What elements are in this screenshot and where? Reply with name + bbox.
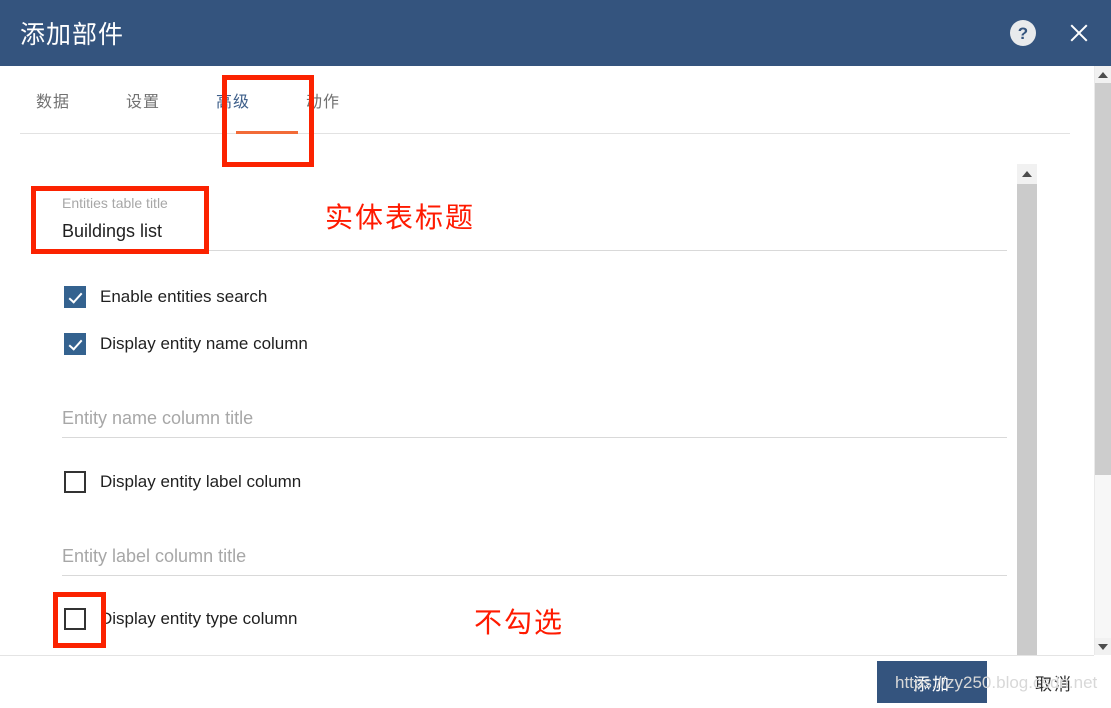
panel-scrollbar[interactable] <box>1017 164 1037 655</box>
display-entity-label-column-label: Display entity label column <box>100 472 302 491</box>
display-entity-label-column-checkbox[interactable] <box>64 471 86 493</box>
tab-data[interactable]: 数据 <box>36 66 70 112</box>
dialog-scroll-down-button[interactable] <box>1095 638 1111 655</box>
display-entity-type-column-checkbox[interactable] <box>64 608 86 630</box>
field-underline <box>62 250 1007 251</box>
tab-settings[interactable]: 设置 <box>126 66 160 112</box>
dialog-scroll-up-button[interactable] <box>1095 66 1111 83</box>
help-button[interactable]: ? <box>1005 15 1041 51</box>
tab-bar: 数据 设置 高级 动作 <box>0 66 1080 134</box>
cancel-button[interactable]: 取消 <box>1029 669 1079 696</box>
panel-scroll-up-button[interactable] <box>1017 164 1037 184</box>
field-underline <box>62 575 1007 576</box>
add-widget-dialog: 添加部件 ? 数据 设置 高级 动作 Entities table title … <box>0 0 1111 708</box>
field-underline <box>62 437 1007 438</box>
entities-table-title-value: Buildings list <box>62 221 163 241</box>
add-button[interactable]: 添加 <box>877 661 987 703</box>
tab-actions[interactable]: 动作 <box>306 66 340 112</box>
close-icon <box>1067 21 1091 45</box>
panel-scroll-thumb[interactable] <box>1017 184 1037 655</box>
display-entity-type-column-label: Display entity type column <box>100 609 298 628</box>
display-entity-type-column-row[interactable]: Display entity type column <box>64 608 297 630</box>
entities-table-title-field[interactable]: Entities table title Buildings list <box>62 194 1007 251</box>
enable-entities-search-row[interactable]: Enable entities search <box>64 286 267 308</box>
entity-label-column-title-field[interactable]: Entity label column title <box>62 543 1007 576</box>
entities-table-title-label: Entities table title <box>62 195 168 211</box>
dialog-scroll-track[interactable] <box>1095 83 1111 638</box>
entity-name-column-title-field[interactable]: Entity name column title <box>62 405 1007 438</box>
chevron-down-icon <box>1098 643 1108 650</box>
chevron-up-icon <box>1098 71 1108 78</box>
chevron-up-icon <box>1022 171 1032 177</box>
display-entity-name-column-checkbox[interactable] <box>64 333 86 355</box>
close-button[interactable] <box>1061 15 1097 51</box>
tab-advanced[interactable]: 高级 <box>216 66 250 112</box>
enable-entities-search-label: Enable entities search <box>100 287 268 306</box>
display-entity-label-column-row[interactable]: Display entity label column <box>64 471 301 493</box>
enable-entities-search-checkbox[interactable] <box>64 286 86 308</box>
page-title: 添加部件 <box>20 21 125 49</box>
dialog-scroll-thumb[interactable] <box>1095 83 1111 475</box>
dialog-header: 添加部件 ? <box>0 0 1111 66</box>
dialog-scrollbar[interactable] <box>1094 66 1111 655</box>
header-actions: ? <box>1005 0 1097 66</box>
entity-label-column-title-placeholder: Entity label column title <box>62 546 247 566</box>
display-entity-name-column-label: Display entity name column <box>100 334 308 353</box>
help-icon: ? <box>1010 20 1036 46</box>
advanced-settings-panel: Entities table title Buildings list Enab… <box>0 134 1036 655</box>
display-entity-name-column-row[interactable]: Display entity name column <box>64 333 308 355</box>
dialog-footer: 添加 取消 <box>0 656 1111 708</box>
entity-name-column-title-placeholder: Entity name column title <box>62 408 254 428</box>
